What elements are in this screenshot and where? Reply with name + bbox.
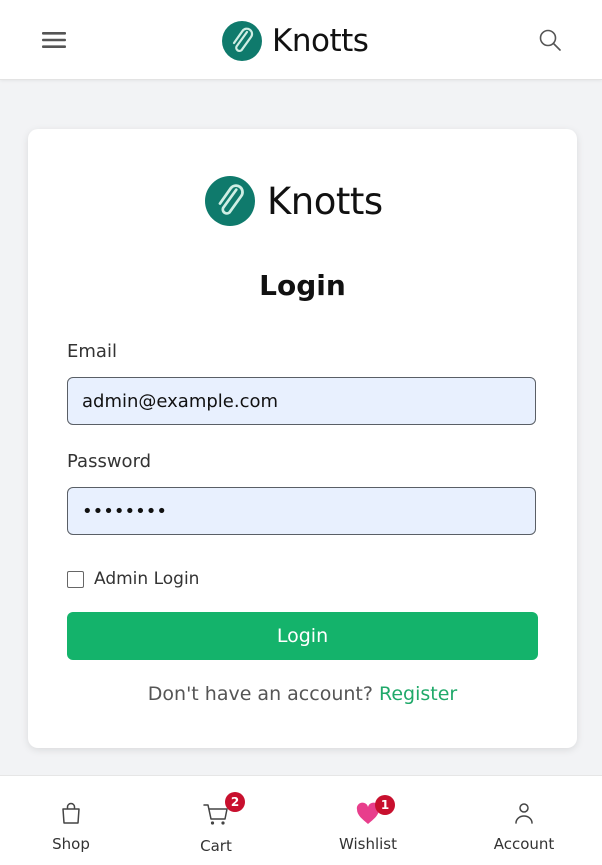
admin-login-checkbox[interactable] (67, 570, 84, 588)
knotts-logo-icon (222, 21, 262, 61)
nav-label-shop: Shop (52, 835, 90, 853)
register-link[interactable]: Register (379, 683, 457, 705)
register-prompt-text: Don't have an account? (147, 683, 373, 705)
nav-label-wishlist: Wishlist (338, 835, 398, 853)
shopping-bag-icon (62, 802, 80, 824)
admin-login-option[interactable]: Admin Login (67, 569, 199, 589)
user-icon (515, 803, 533, 824)
admin-login-label: Admin Login (94, 569, 200, 589)
search-icon (539, 29, 561, 51)
nav-label-account: Account (493, 835, 555, 853)
nav-item-shop[interactable]: Shop (21, 776, 121, 865)
email-field[interactable] (67, 377, 536, 425)
header-brand-name: Knotts (272, 23, 369, 59)
search-button[interactable] (530, 22, 570, 58)
login-card: Knotts Login Email Password Admin Login … (28, 129, 577, 748)
register-prompt-row: Don't have an account? Register (28, 683, 577, 705)
cart-count-badge: 2 (225, 792, 245, 812)
wishlist-count-badge: 1 (375, 795, 395, 815)
bottom-navigation: Shop 2 Cart 1 Wishlist Account (0, 775, 602, 865)
password-field[interactable] (67, 487, 536, 535)
nav-item-cart[interactable]: 2 Cart (166, 776, 266, 865)
card-logo: Knotts (205, 176, 383, 226)
card-brand-name: Knotts (267, 179, 383, 223)
knotts-logo-icon (205, 176, 255, 226)
page-title: Login (259, 269, 346, 302)
top-app-bar: Knotts (0, 0, 602, 80)
password-label: Password (67, 451, 152, 472)
menu-button[interactable] (34, 22, 74, 58)
nav-label-cart: Cart (200, 837, 232, 855)
nav-item-account[interactable]: Account (474, 776, 574, 865)
nav-item-wishlist[interactable]: 1 Wishlist (318, 776, 418, 865)
header-logo[interactable]: Knotts (222, 20, 369, 62)
hamburger-menu-icon (42, 32, 66, 48)
email-label: Email (67, 341, 117, 362)
login-button[interactable]: Login (67, 612, 538, 660)
